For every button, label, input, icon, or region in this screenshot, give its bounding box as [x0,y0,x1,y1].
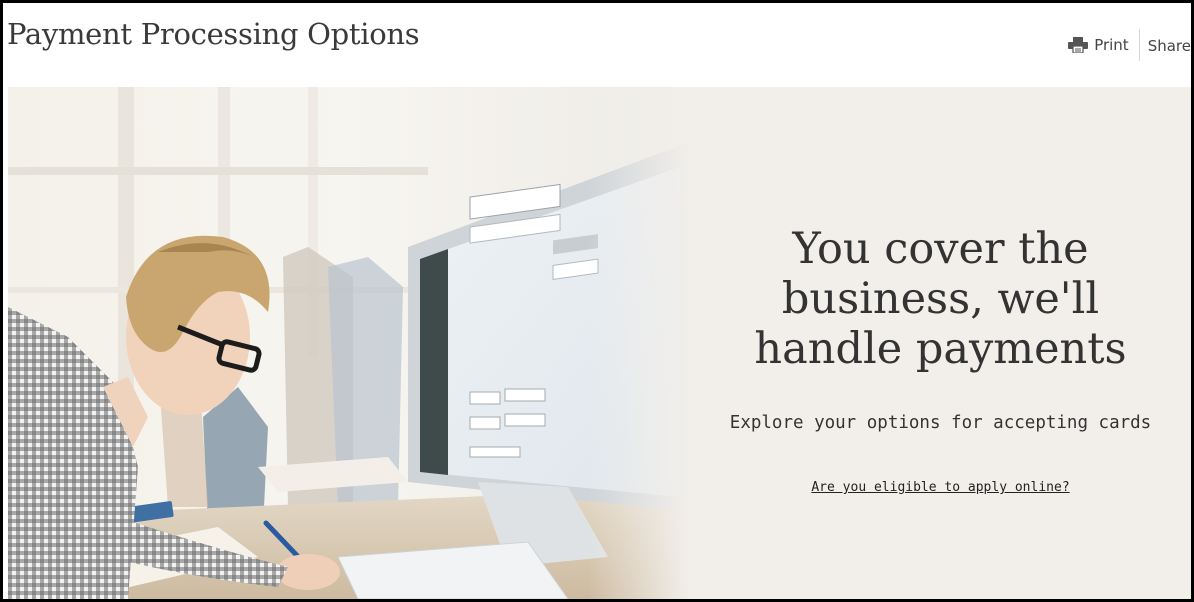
page-title: Payment Processing Options [7,17,420,51]
hero-heading: You cover the business, we'll handle pay… [690,224,1191,374]
eligibility-link-wrapper: Are you eligible to apply online? [690,480,1191,495]
header-actions: Print Share [1068,29,1191,61]
hero-heading-line-2: business, we'll [781,274,1100,324]
hero-banner: You cover the business, we'll handle pay… [8,87,1191,599]
print-label: Print [1094,36,1129,54]
share-label: Share [1147,36,1191,55]
hero-heading-line-3: handle payments [754,324,1127,374]
hero-heading-line-1: You cover the [792,224,1089,274]
printer-icon [1068,37,1089,54]
page-frame: Payment Processing Options Print Share Y… [3,3,1191,599]
print-button[interactable]: Print [1068,36,1139,54]
woman-at-computer-photo [8,87,690,599]
hero-subtitle: Explore your options for accepting cards [729,413,1152,433]
share-button[interactable]: Share [1140,36,1191,55]
hero-text-panel: You cover the business, we'll handle pay… [690,87,1191,599]
page-header: Payment Processing Options Print Share [3,3,1191,85]
eligibility-link[interactable]: Are you eligible to apply online? [811,480,1069,495]
